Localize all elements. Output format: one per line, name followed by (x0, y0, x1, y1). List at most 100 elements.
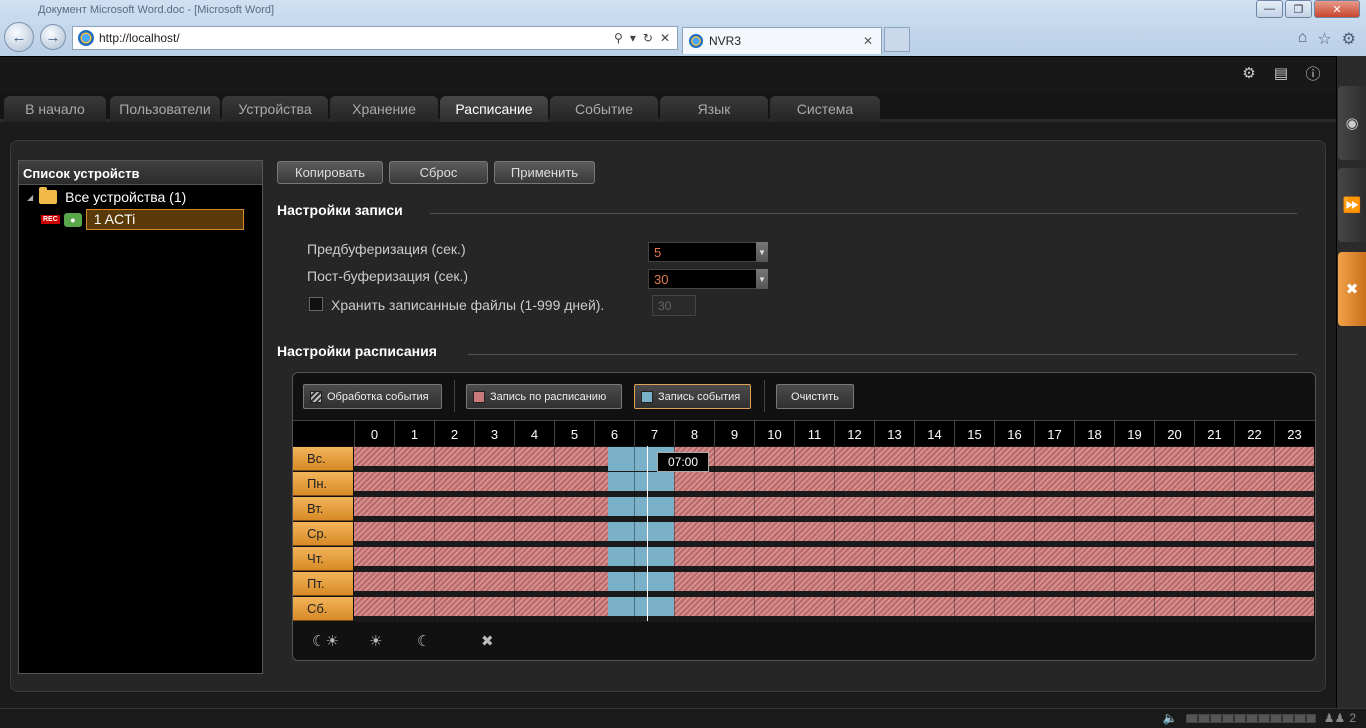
day-label[interactable]: Вт. (293, 497, 353, 521)
hour-header-cell: 4 (514, 421, 554, 447)
document-icon[interactable]: ▤ (1272, 64, 1290, 82)
tab-schedule[interactable]: Расписание (440, 96, 548, 122)
info-icon[interactable]: ⓘ (1304, 64, 1322, 83)
chevron-down-icon[interactable]: ▼ (756, 269, 768, 289)
event-recording-block[interactable] (608, 522, 674, 541)
tab-label: NVR3 (709, 34, 742, 48)
camera-icon: ● (63, 212, 82, 227)
device-list-panel: Список устройств ◢ Все устройства (1) RE… (18, 160, 263, 674)
user-count: 2 (1349, 711, 1356, 725)
favorites-star-icon[interactable]: ☆ (1317, 29, 1331, 49)
chevron-down-icon[interactable]: ▾ (630, 31, 636, 45)
hour-gridline (834, 446, 835, 621)
tree-root-item[interactable]: ◢ Все устройства (1) (27, 187, 186, 205)
hour-gridline (674, 446, 675, 621)
tab-system[interactable]: Система (770, 96, 880, 122)
day-label[interactable]: Чт. (293, 547, 353, 571)
chevron-down-icon[interactable]: ▼ (756, 242, 768, 262)
event-recording-block[interactable] (608, 547, 674, 566)
window-title: Документ Microsoft Word.doc - [Microsoft… (38, 4, 275, 16)
apply-button[interactable]: Применить (494, 161, 595, 184)
event-recording-block[interactable] (608, 572, 674, 591)
tab-close-icon[interactable]: ✕ (863, 34, 873, 48)
tree-expand-icon[interactable]: ◢ (27, 193, 33, 202)
tab-event[interactable]: Событие (550, 96, 658, 122)
hour-header-cell: 10 (754, 421, 794, 447)
device-item[interactable]: 1 ACTi (85, 209, 244, 230)
keep-files-checkbox[interactable] (309, 297, 323, 311)
day-label[interactable]: Пн. (293, 472, 353, 496)
moon-icon[interactable]: ☾ (417, 632, 430, 650)
refresh-icon[interactable]: ↻ (643, 31, 653, 45)
restore-button[interactable]: ❐ (1285, 0, 1312, 18)
rec-icon: REC (41, 215, 60, 224)
section-divider (468, 354, 1297, 355)
record-settings-title: Настройки записи (277, 202, 403, 218)
divider (454, 380, 455, 412)
header-icons: ⚙ ▤ ⓘ (1240, 64, 1322, 83)
back-button[interactable]: ← (4, 22, 34, 52)
day-night-icon[interactable]: ☾☀ (312, 632, 339, 650)
day-label[interactable]: Сб. (293, 597, 353, 621)
hour-gridline (594, 446, 595, 621)
event-recording-mode-button[interactable]: Запись события (634, 384, 751, 409)
address-bar[interactable]: http://localhost/ ⚲ ▾ ↻ ✕ (72, 26, 678, 50)
rail-view-button[interactable]: ◉ (1338, 86, 1366, 160)
hour-gridline (634, 446, 635, 621)
tab-users[interactable]: Пользователи (110, 96, 220, 122)
close-icon[interactable]: ✕ (660, 31, 670, 45)
day-label[interactable]: Ср. (293, 522, 353, 546)
divider (764, 380, 765, 412)
scheduled-recording-mode-button[interactable]: Запись по расписанию (466, 384, 622, 409)
hour-header-cell: 21 (1194, 421, 1234, 447)
rail-settings-button[interactable]: ✖ (1338, 252, 1366, 326)
hour-gridline (754, 446, 755, 621)
forward-button[interactable]: → (40, 24, 66, 50)
app-header: ⚙ ▤ ⓘ (0, 56, 1336, 92)
gear-icon[interactable]: ⚙ (1342, 29, 1356, 49)
keep-days-input[interactable]: 30 (652, 295, 696, 316)
hour-gridline (514, 446, 515, 621)
new-tab-button[interactable] (884, 27, 910, 52)
browser-chrome: Документ Microsoft Word.doc - [Microsoft… (0, 0, 1366, 56)
volume-slider[interactable] (1185, 713, 1316, 723)
close-icon[interactable]: ✖ (481, 632, 494, 650)
copy-button[interactable]: Копировать (277, 161, 383, 184)
hour-header-cell: 3 (474, 421, 514, 447)
minimize-button[interactable]: — (1256, 0, 1283, 18)
tab-storage[interactable]: Хранение (330, 96, 438, 122)
tab-devices[interactable]: Устройства (222, 96, 328, 122)
tree-device-row[interactable]: REC ● 1 ACTi (41, 209, 244, 230)
day-label[interactable]: Пт. (293, 572, 353, 596)
prebuffer-select[interactable]: 5 ▼ (648, 242, 768, 262)
volume-icon[interactable]: 🔈 (1163, 711, 1178, 725)
event-processing-mode-button[interactable]: Обработка события (303, 384, 442, 409)
day-label[interactable]: Вс. (293, 447, 353, 471)
event-recording-block[interactable] (608, 597, 674, 616)
tools-icon: ✖ (1345, 281, 1359, 298)
close-window-button[interactable]: ✕ (1314, 0, 1360, 18)
rail-playback-button[interactable]: ⏩ (1338, 168, 1366, 242)
browser-tab[interactable]: NVR3 ✕ (682, 27, 882, 54)
home-icon[interactable]: ⌂ (1298, 29, 1308, 49)
postbuffer-select[interactable]: 30 ▼ (648, 269, 768, 289)
sun-icon[interactable]: ☀ (369, 632, 382, 650)
reset-button[interactable]: Сброс (389, 161, 488, 184)
settings-gear-icon[interactable]: ⚙ (1240, 64, 1258, 82)
hour-header-cell: 7 (634, 421, 674, 447)
clear-button[interactable]: Очистить (776, 384, 854, 409)
event-recording-block[interactable] (608, 497, 674, 516)
scheduled-recording-label: Запись по расписанию (490, 390, 607, 403)
postbuffer-label: Пост-буферизация (сек.) (307, 268, 469, 284)
hour-header-cell: 2 (434, 421, 474, 447)
search-icon[interactable]: ⚲ (614, 31, 623, 45)
hour-gridline (714, 446, 715, 621)
fast-forward-icon: ⏩ (1342, 197, 1362, 214)
time-tooltip: 07:00 (657, 452, 709, 472)
event-recording-block[interactable] (608, 472, 674, 491)
hour-gridline (1234, 446, 1235, 621)
tab-home[interactable]: В начало (4, 96, 106, 122)
tab-language[interactable]: Язык (660, 96, 768, 122)
section-divider (430, 213, 1297, 214)
address-text[interactable]: http://localhost/ (99, 31, 614, 45)
